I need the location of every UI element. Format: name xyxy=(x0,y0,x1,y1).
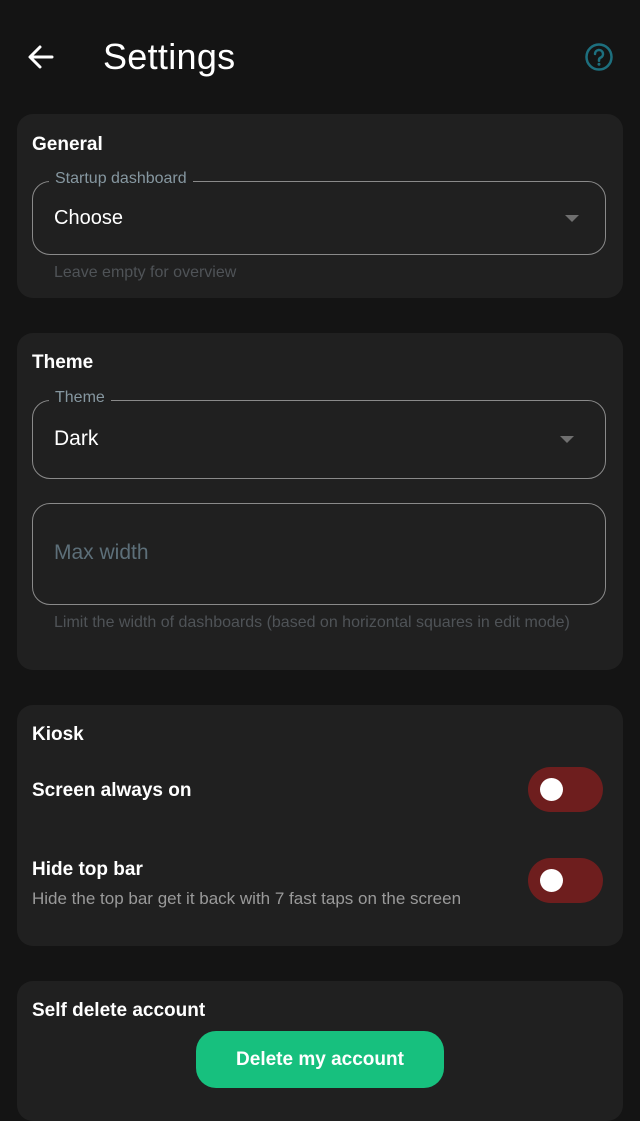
max-width-input[interactable]: Max width xyxy=(32,503,606,605)
general-card: General Startup dashboard Choose Leave e… xyxy=(17,114,623,298)
startup-dashboard-helper: Leave empty for overview xyxy=(54,264,237,281)
startup-dashboard-select[interactable]: Startup dashboard Choose xyxy=(32,170,606,255)
max-width-placeholder: Max width xyxy=(54,541,149,564)
max-width-helper: Limit the width of dashboards (based on … xyxy=(54,614,570,631)
theme-card: Theme Theme Dark Max width Limit the wid… xyxy=(17,333,623,670)
arrow-left-icon xyxy=(28,45,54,69)
self-delete-title: Self delete account xyxy=(32,1000,206,1021)
theme-select[interactable]: Theme Dark xyxy=(32,389,606,479)
kiosk-card: Kiosk Screen always on Hide top bar Hide… xyxy=(17,705,623,946)
back-button[interactable] xyxy=(22,38,60,76)
screen-always-on-toggle[interactable] xyxy=(528,767,603,812)
hide-top-bar-label: Hide top bar xyxy=(32,859,143,880)
startup-dashboard-value: Choose xyxy=(54,207,123,229)
hide-top-bar-description: Hide the top bar get it back with 7 fast… xyxy=(32,889,462,908)
theme-select-label: Theme xyxy=(49,389,111,407)
theme-select-value: Dark xyxy=(54,427,99,450)
dropdown-arrow-icon xyxy=(560,436,574,443)
help-circle-icon xyxy=(585,43,613,71)
help-button[interactable] xyxy=(583,41,615,73)
dropdown-arrow-icon xyxy=(565,215,579,222)
startup-dashboard-label: Startup dashboard xyxy=(49,170,193,188)
hide-top-bar-toggle[interactable] xyxy=(528,858,603,903)
kiosk-title: Kiosk xyxy=(32,724,84,745)
app-bar: Settings xyxy=(0,0,640,112)
toggle-knob xyxy=(540,869,563,892)
screen-always-on-label: Screen always on xyxy=(32,780,192,801)
toggle-knob xyxy=(540,778,563,801)
theme-title: Theme xyxy=(32,352,94,373)
delete-account-button[interactable]: Delete my account xyxy=(196,1031,444,1088)
self-delete-card: Self delete account Delete my account xyxy=(17,981,623,1121)
page-title: Settings xyxy=(103,36,236,77)
general-title: General xyxy=(32,134,103,155)
